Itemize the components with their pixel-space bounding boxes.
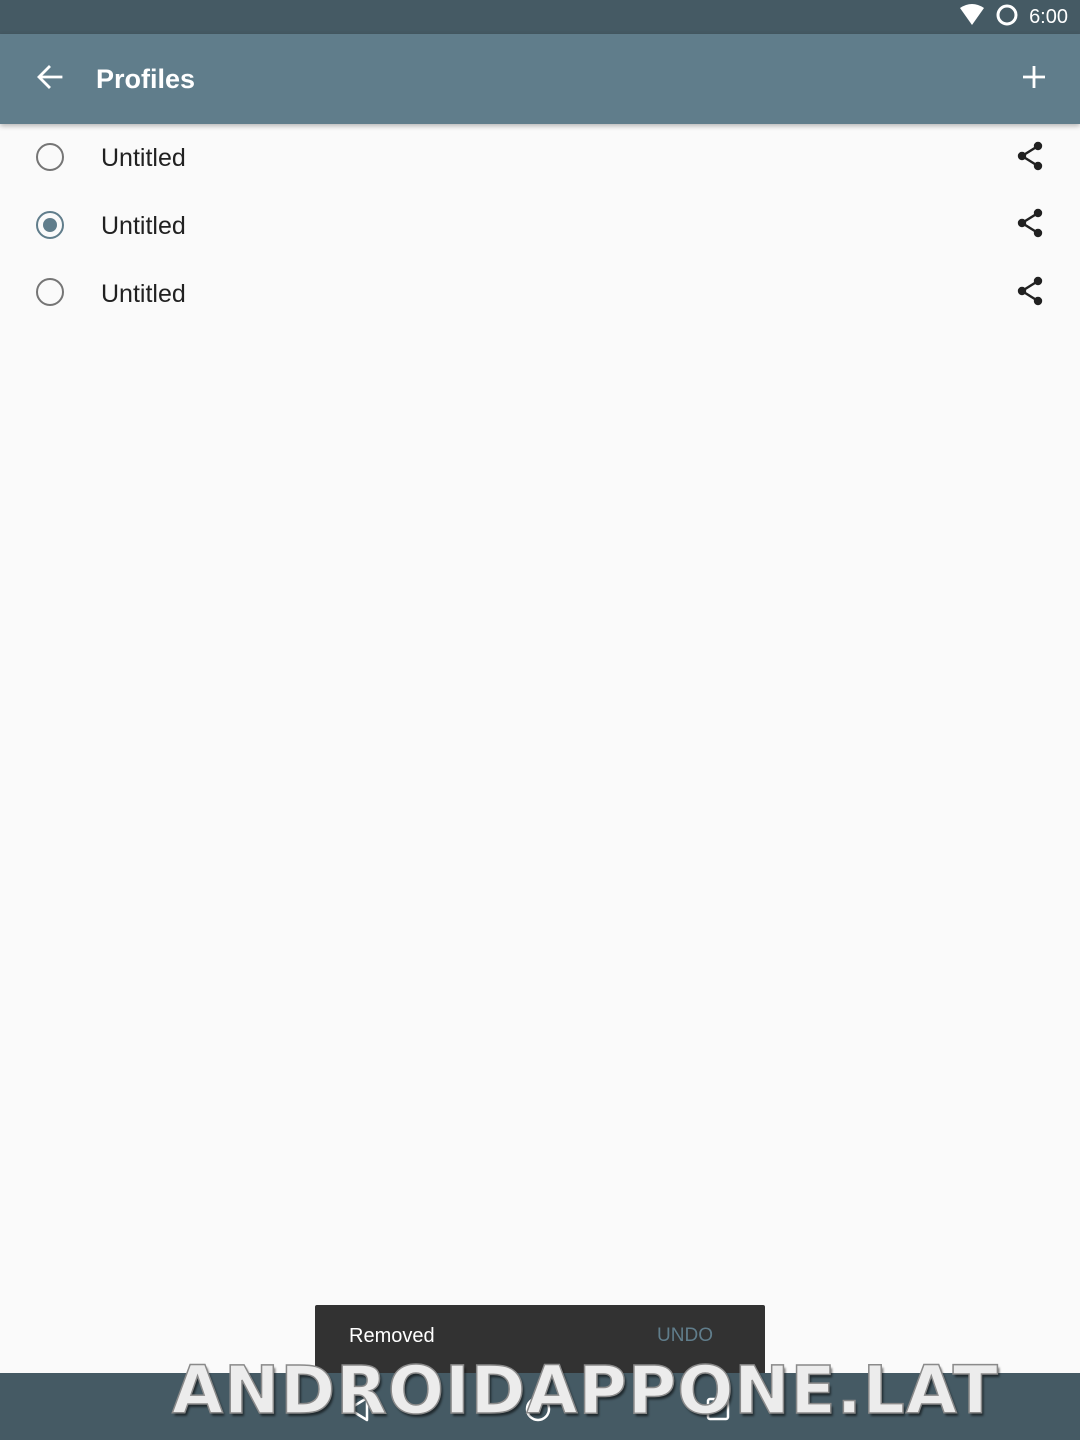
profile-radio[interactable] bbox=[36, 210, 64, 239]
snackbar-message: Removed bbox=[349, 1325, 435, 1347]
add-profile-button[interactable] bbox=[1010, 55, 1058, 103]
share-icon bbox=[1015, 276, 1045, 311]
back-button[interactable] bbox=[26, 55, 74, 103]
share-icon bbox=[1015, 141, 1045, 176]
profile-row[interactable]: Untitled bbox=[0, 124, 1080, 192]
watermark: ANDROIDAPPONE.LAT bbox=[171, 1351, 999, 1430]
arrow-back-icon bbox=[36, 63, 64, 96]
share-button[interactable] bbox=[1008, 136, 1052, 180]
profile-name: Untitled bbox=[101, 279, 186, 308]
page-title: Profiles bbox=[96, 64, 196, 94]
plus-icon bbox=[1022, 65, 1046, 94]
sync-ring-icon bbox=[995, 3, 1019, 32]
status-time: 6:00 bbox=[1029, 5, 1068, 28]
status-icons: 6:00 bbox=[959, 0, 1068, 34]
wifi-icon bbox=[959, 3, 985, 31]
app-bar: Profiles bbox=[0, 34, 1080, 124]
share-button[interactable] bbox=[1008, 204, 1052, 248]
profile-radio[interactable] bbox=[36, 143, 64, 171]
profile-row[interactable]: Untitled bbox=[0, 260, 1080, 328]
share-icon bbox=[1015, 208, 1045, 243]
undo-button[interactable]: UNDO bbox=[657, 1325, 713, 1347]
profile-name: Untitled bbox=[101, 212, 186, 240]
profile-list: Untitled Untitled Untitled bbox=[0, 124, 1080, 327]
profile-name: Untitled bbox=[101, 144, 186, 172]
status-bar: 6:00 bbox=[0, 0, 1080, 34]
screen: 6:00 Profiles Untitled Untitled Untitled… bbox=[0, 0, 1080, 1440]
share-button[interactable] bbox=[1008, 271, 1052, 315]
profile-row[interactable]: Untitled bbox=[0, 192, 1080, 260]
profile-radio[interactable] bbox=[36, 278, 64, 307]
